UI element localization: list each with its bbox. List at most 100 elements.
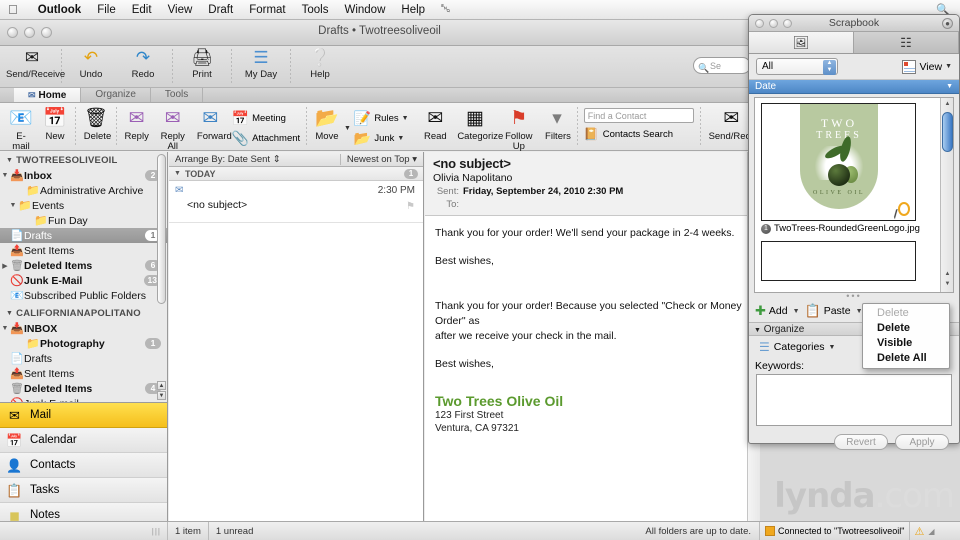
sidebar-folder-junk-e-mail[interactable]: 🚫 Junk E-Mail 13 xyxy=(0,273,167,288)
sidebar-scrollbar[interactable]: ▲ ▼ xyxy=(157,154,166,400)
account-header-californianapolitano[interactable]: ▼ CALIFORNIANAPOLITANO xyxy=(0,305,167,321)
clipping-thumbnail-empty[interactable] xyxy=(761,241,916,281)
toolbar-my-day[interactable]: ☰ My Day xyxy=(235,46,287,80)
scrapbook-view-button[interactable]: View ▼ xyxy=(902,59,952,74)
ribbon-move-button[interactable]: 📂 Move xyxy=(310,106,344,142)
delete-dropdown-menu[interactable]: Delete Delete Visible Delete All xyxy=(862,303,950,369)
ribbon-attachment-button[interactable]: 📎 Attachment xyxy=(232,128,301,148)
sidebar-item-tasks[interactable]: 📋 Tasks xyxy=(0,478,167,503)
tab-home[interactable]: ✉ Home xyxy=(14,88,82,102)
table-row[interactable]: ✉ 2:30 PM <no subject> ⚑ xyxy=(169,181,423,223)
sidebar-item-mail[interactable]: ✉ Mail xyxy=(0,403,167,428)
scroll-down-arrow-icon[interactable]: ▼ xyxy=(157,391,166,400)
ribbon-new-button[interactable]: 📅 New xyxy=(38,106,72,142)
arrange-by-button[interactable]: Arrange By: Date Sent ⇕ xyxy=(169,154,340,165)
sidebar-item-contacts[interactable]: 👤 Contacts xyxy=(0,453,167,478)
sidebar-folder-drafts[interactable]: 📄 Drafts 1 xyxy=(0,228,167,243)
ribbon-read-button[interactable]: ✉ Read xyxy=(418,106,452,142)
ribbon-email-button[interactable]: 📧 E-mail xyxy=(4,106,38,152)
sidebar-folder-sent-items[interactable]: 📤 Sent Items xyxy=(0,243,167,258)
menu-item-delete-visible[interactable]: Delete Visible xyxy=(863,321,949,351)
sidebar-item-calendar[interactable]: 📅 Calendar xyxy=(0,428,167,453)
tab-scrapbook-clippings[interactable]: 🖼 xyxy=(749,32,854,53)
ribbon-filters-button[interactable]: ▾ Filters xyxy=(540,106,574,142)
menu-item-window[interactable]: Window xyxy=(336,4,393,16)
toolbar-undo[interactable]: ↶ Undo xyxy=(65,46,117,80)
ribbon-delete-button[interactable]: 🗑 Delete xyxy=(79,106,113,142)
status-grip[interactable]: ||| xyxy=(0,521,168,540)
sidebar-folder-junk-e-mail[interactable]: 🚫Junk E-mail xyxy=(0,396,167,403)
toolbar-send-receive[interactable]: ✉ Send/Receive xyxy=(6,46,65,80)
tab-organize[interactable]: Organize xyxy=(81,88,151,102)
sidebar-folder-deleted-items[interactable]: 🗑 Deleted Items 4 xyxy=(0,381,167,396)
revert-button[interactable]: Revert xyxy=(834,434,888,450)
ribbon-rules-button[interactable]: 📝 Rules ▼ xyxy=(354,108,409,128)
sidebar-folder-administrative-archive[interactable]: 📁 Administrative Archive xyxy=(0,183,167,198)
apple-logo-icon[interactable]:  xyxy=(8,3,18,16)
scrapbook-add-button[interactable]: ✚ Add xyxy=(755,303,788,319)
menu-item-edit[interactable]: Edit xyxy=(124,4,160,16)
menu-item-tools[interactable]: Tools xyxy=(294,4,337,16)
window-resize-grip[interactable]: ◢ xyxy=(928,527,937,536)
sort-order-button[interactable]: Newest on Top ▾ xyxy=(339,153,423,165)
menu-item-view[interactable]: View xyxy=(160,4,201,16)
sidebar-folder-sent-items[interactable]: 📤 Sent Items xyxy=(0,366,167,381)
sidebar-folder-events[interactable]: ▼ 📁 Events xyxy=(0,198,167,213)
flag-icon[interactable]: ⚑ xyxy=(406,201,415,212)
scrapbook-paste-button[interactable]: 📋 Paste xyxy=(805,303,851,319)
ribbon-reply-button[interactable]: ✉ Reply xyxy=(120,106,154,142)
twisty-down-icon[interactable]: ▼ xyxy=(8,202,18,209)
apply-button[interactable]: Apply xyxy=(895,434,949,450)
chevron-down-icon[interactable]: ▼ xyxy=(790,308,803,315)
menu-item-delete-all[interactable]: Delete All xyxy=(863,351,949,366)
tab-tools[interactable]: Tools xyxy=(151,88,204,102)
sidebar-folder-photography[interactable]: 📁 Photography 1 xyxy=(0,336,167,351)
menu-item-format[interactable]: Format xyxy=(241,4,293,16)
contacts-search-button[interactable]: 📔 Contacts Search xyxy=(584,127,694,141)
scrapbook-date-header[interactable]: Date ▼ xyxy=(749,80,959,94)
scroll-down-arrow-icon[interactable]: ▼ xyxy=(943,280,952,289)
sidebar-folder-subscribed-public-folders[interactable]: 📧 Subscribed Public Folders xyxy=(0,288,167,303)
scrollbar-thumb[interactable] xyxy=(157,154,166,304)
chevron-down-icon[interactable]: ▼ xyxy=(829,344,836,351)
sidebar-folder-deleted-items[interactable]: ▶ 🗑 Deleted Items 6 xyxy=(0,258,167,273)
search-input[interactable]: 🔍 Se xyxy=(693,57,751,74)
message-body[interactable]: Thank you for your order! We'll send you… xyxy=(425,216,760,435)
ribbon-junk-button[interactable]: 📂 Junk ▼ xyxy=(354,128,409,148)
message-group-header[interactable]: ▼ TODAY 1 xyxy=(169,167,423,181)
scroll-up-arrow-icon[interactable]: ▲ xyxy=(943,100,952,109)
clipping-thumbnail[interactable]: TWO TREES OLIVE OIL xyxy=(761,103,916,221)
scrollbar-thumb[interactable] xyxy=(942,112,953,152)
scrapbook-list-scrollbar[interactable]: ▲ ▲ ▼ xyxy=(940,98,953,292)
ribbon-reply-all-button[interactable]: ✉ Reply All xyxy=(154,106,192,152)
menu-item-draft[interactable]: Draft xyxy=(200,4,241,16)
sidebar-folder-drafts[interactable]: 📄 Drafts xyxy=(0,351,167,366)
find-a-contact-input[interactable]: Find a Contact xyxy=(583,108,694,123)
sidebar-folder-fun-day[interactable]: 📁 Fun Day xyxy=(0,213,167,228)
scroll-up-arrow-icon[interactable]: ▲ xyxy=(157,381,166,390)
move-chevron-down-icon[interactable]: ▼ xyxy=(344,125,351,132)
scrapbook-filter-select[interactable]: All ▲ ▼ xyxy=(756,58,838,75)
menu-item-help[interactable]: Help xyxy=(393,4,433,16)
scrapbook-toolbox-toggle-icon[interactable]: ● xyxy=(942,18,953,29)
ribbon-meeting-button[interactable]: 📅 Meeting xyxy=(232,108,301,128)
twisty-down-icon[interactable]: ▼ xyxy=(0,325,10,332)
ribbon-forward-button[interactable]: ✉ Forward xyxy=(192,106,232,142)
account-header-twotreesoliveoil[interactable]: ▼ TWOTREESOLIVEOIL xyxy=(0,152,167,168)
menu-item-outlook[interactable]: Outlook xyxy=(30,4,89,16)
ribbon-follow-up-button[interactable]: ⚑ Follow Up xyxy=(498,106,540,152)
tab-scrapbook-tools[interactable]: ☷ xyxy=(854,32,959,53)
chevron-down-icon[interactable]: ▼ xyxy=(397,135,404,142)
toolbar-help[interactable]: ❔ Help xyxy=(294,46,346,80)
sidebar-folder-inbox[interactable]: ▼ 📥 INBOX xyxy=(0,321,167,336)
keywords-input[interactable] xyxy=(756,374,952,426)
menu-item-file[interactable]: File xyxy=(89,4,124,16)
warning-icon[interactable]: ⚠ xyxy=(910,525,928,538)
toolbar-print[interactable]: 🖨 Print xyxy=(176,46,228,80)
list-item[interactable]: TWO TREES OLIVE OIL 1 TwoTrees-RoundedGr… xyxy=(761,103,947,234)
toolbar-redo[interactable]: ↷ Redo xyxy=(117,46,169,80)
scrapbook-items-list[interactable]: TWO TREES OLIVE OIL 1 TwoTrees-RoundedGr… xyxy=(754,97,954,293)
panel-resize-dots[interactable]: ••• xyxy=(749,292,959,302)
twisty-down-icon[interactable]: ▼ xyxy=(0,172,10,179)
ribbon-categorize-button[interactable]: ▦ Categorize xyxy=(452,106,503,142)
